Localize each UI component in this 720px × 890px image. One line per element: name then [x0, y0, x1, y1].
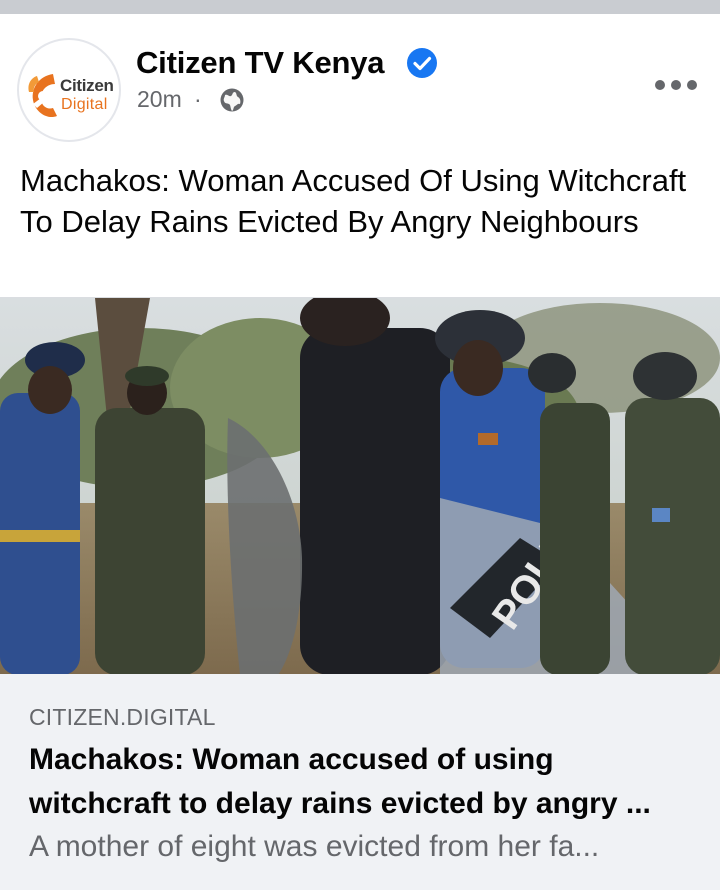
meta-separator: ·	[194, 86, 202, 112]
more-dot-3	[687, 80, 697, 90]
more-options-button[interactable]	[655, 78, 697, 92]
avatar-logo-word2: Digital	[61, 96, 108, 113]
link-domain: CITIZEN.DIGITAL	[29, 704, 216, 730]
page-avatar[interactable]: Citizen Digital	[17, 38, 121, 142]
link-title: Machakos: Woman accused of using witchcr…	[29, 738, 689, 826]
link-preview[interactable]: CITIZEN.DIGITAL Machakos: Woman accused …	[0, 674, 720, 890]
globe-icon[interactable]	[219, 87, 245, 113]
post-timestamp[interactable]: 20m	[137, 86, 182, 113]
post-header: Citizen Digital Citizen TV Kenya 20m ·	[0, 20, 720, 150]
post-image[interactable]: POLICE	[0, 297, 720, 674]
verified-badge-icon	[407, 48, 437, 78]
page-name[interactable]: Citizen TV Kenya	[136, 45, 384, 81]
post-text: Machakos: Woman Accused Of Using Witchcr…	[20, 163, 687, 239]
news-photo: POLICE	[0, 298, 720, 674]
more-dot-2	[671, 80, 681, 90]
more-dot-1	[655, 80, 665, 90]
link-description: A mother of eight was evicted from her f…	[29, 830, 600, 863]
link-title-line1: Machakos: Woman accused of using	[29, 743, 554, 776]
avatar-logo-word1: Citizen	[60, 76, 114, 95]
link-title-line2: witchcraft to delay rains evicted by ang…	[29, 787, 651, 820]
